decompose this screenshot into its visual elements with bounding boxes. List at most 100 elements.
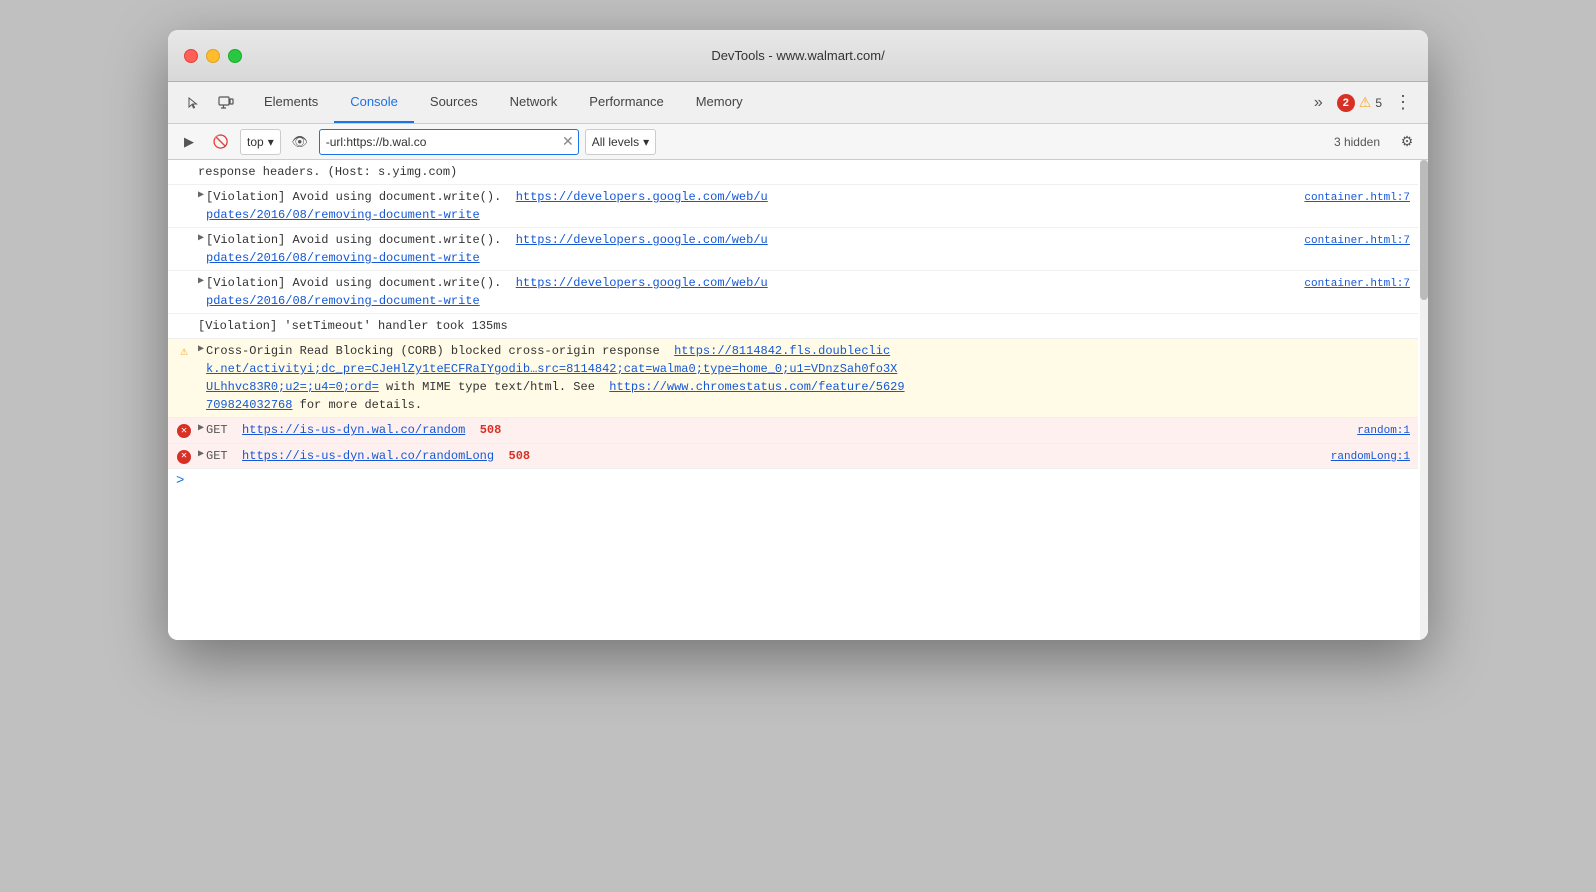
source-link[interactable]: randomLong:1 — [1331, 451, 1410, 463]
log-text: GET https://is-us-dyn.wal.co/randomLong … — [206, 447, 1323, 465]
log-source: container.html:7 — [1304, 233, 1410, 250]
log-line: ▶ [Violation] Avoid using document.write… — [168, 271, 1418, 314]
log-text: [Violation] Avoid using document.write()… — [206, 274, 1296, 310]
cursor-icon[interactable] — [180, 89, 208, 117]
expand-icon[interactable]: ▶ — [198, 447, 204, 462]
log-line: ▶ [Violation] Avoid using document.write… — [168, 228, 1418, 271]
log-text: GET https://is-us-dyn.wal.co/random 508 — [206, 421, 1349, 439]
log-line: [Violation] 'setTimeout' handler took 13… — [168, 314, 1418, 339]
close-button[interactable] — [184, 49, 198, 63]
error-code: 508 — [480, 423, 502, 437]
log-line-error: ✕ ▶ GET https://is-us-dyn.wal.co/random … — [168, 418, 1418, 444]
block-button[interactable]: 🚫 — [208, 129, 234, 155]
titlebar: DevTools - www.walmart.com/ — [168, 30, 1428, 82]
tab-network[interactable]: Network — [494, 82, 574, 123]
corb-link4[interactable]: https://www.chromestatus.com/feature/562… — [609, 380, 904, 394]
chevron-down-icon: ▾ — [643, 135, 649, 149]
kebab-menu-button[interactable]: ⋮ — [1390, 92, 1416, 113]
blank-icon — [176, 276, 192, 292]
context-select[interactable]: top ▾ — [240, 129, 281, 155]
tabs: Elements Console Sources Network Perform… — [248, 82, 1300, 123]
expand-icon[interactable]: ▶ — [198, 231, 204, 246]
log-text: response headers. (Host: s.yimg.com) — [198, 163, 1410, 181]
warning-icon: ⚠ — [1359, 94, 1372, 111]
log-text: [Violation] 'setTimeout' handler took 13… — [198, 317, 1410, 335]
source-link[interactable]: container.html:7 — [1304, 235, 1410, 247]
more-tabs-button[interactable]: » — [1308, 90, 1329, 116]
clear-filter-button[interactable]: ✕ — [562, 133, 574, 150]
log-line-warning: ⚠ ▶ Cross-Origin Read Blocking (CORB) bl… — [168, 339, 1418, 418]
console-content: response headers. (Host: s.yimg.com) ▶ [… — [168, 160, 1428, 640]
tab-memory[interactable]: Memory — [680, 82, 759, 123]
log-source: container.html:7 — [1304, 190, 1410, 207]
console-toolbar: ▶ 🚫 top ▾ 👁 ✕ All levels ▾ 3 hidden ⚙ — [168, 124, 1428, 160]
eye-icon[interactable]: 👁 — [287, 129, 313, 155]
error-code: 508 — [509, 449, 531, 463]
expand-icon[interactable]: ▶ — [198, 421, 204, 436]
blank-icon — [176, 165, 192, 181]
get-label: GET — [206, 449, 235, 463]
error-icon: ✕ — [176, 449, 192, 465]
tab-sources[interactable]: Sources — [414, 82, 494, 123]
log-text: [Violation] Avoid using document.write()… — [206, 231, 1296, 267]
scrollbar-thumb[interactable] — [1420, 160, 1428, 300]
warning-icon: ⚠ — [176, 344, 192, 360]
maximize-button[interactable] — [228, 49, 242, 63]
log-text: [Violation] Avoid using document.write()… — [206, 188, 1296, 224]
tab-performance[interactable]: Performance — [573, 82, 679, 123]
run-button[interactable]: ▶ — [176, 129, 202, 155]
log-source: container.html:7 — [1304, 276, 1410, 293]
blank-icon — [176, 319, 192, 335]
log-line: ▶ [Violation] Avoid using document.write… — [168, 185, 1418, 228]
source-link[interactable]: container.html:7 — [1304, 278, 1410, 290]
blank-icon — [176, 233, 192, 249]
violation-link[interactable]: https://developers.google.com/web/u — [516, 233, 768, 247]
source-link[interactable]: container.html:7 — [1304, 192, 1410, 204]
devtools-window: DevTools - www.walmart.com/ Elements — [168, 30, 1428, 640]
settings-button[interactable]: ⚙ — [1394, 129, 1420, 155]
expand-icon[interactable]: ▶ — [198, 342, 204, 357]
violation-link2[interactable]: pdates/2016/08/removing-document-write — [206, 208, 480, 222]
error-url[interactable]: https://is-us-dyn.wal.co/randomLong — [242, 449, 494, 463]
corb-link2[interactable]: k.net/activityi;dc_pre=CJeHlZy1teECFRaIY… — [206, 362, 897, 376]
log-text: Cross-Origin Read Blocking (CORB) blocke… — [206, 342, 1410, 414]
error-badge: 2 — [1337, 94, 1355, 112]
log-line: response headers. (Host: s.yimg.com) — [168, 160, 1418, 185]
log-source: randomLong:1 — [1331, 449, 1410, 466]
scrollbar-track — [1420, 160, 1428, 640]
log-area: response headers. (Host: s.yimg.com) ▶ [… — [168, 160, 1428, 493]
tabbar: Elements Console Sources Network Perform… — [168, 82, 1428, 124]
command-line[interactable]: > — [168, 469, 1418, 493]
expand-icon[interactable]: ▶ — [198, 188, 204, 203]
traffic-lights — [184, 49, 242, 63]
chevron-down-icon: ▾ — [268, 135, 274, 149]
warning-badge: 5 — [1375, 96, 1382, 110]
violation-link2[interactable]: pdates/2016/08/removing-document-write — [206, 294, 480, 308]
log-line-error: ✕ ▶ GET https://is-us-dyn.wal.co/randomL… — [168, 444, 1418, 470]
blank-icon — [176, 190, 192, 206]
filter-input-wrap: ✕ — [319, 129, 579, 155]
error-count: 2 ⚠ 5 — [1337, 94, 1382, 112]
error-icon: ✕ — [176, 423, 192, 439]
corb-link3[interactable]: ULhhvc83R0;u2=;u4=0;ord= — [206, 380, 379, 394]
cmd-prompt: > — [176, 473, 184, 489]
get-label: GET — [206, 423, 235, 437]
device-icon[interactable] — [212, 89, 240, 117]
tab-elements[interactable]: Elements — [248, 82, 334, 123]
violation-link2[interactable]: pdates/2016/08/removing-document-write — [206, 251, 480, 265]
error-url[interactable]: https://is-us-dyn.wal.co/random — [242, 423, 465, 437]
tab-icons — [172, 82, 248, 123]
levels-select[interactable]: All levels ▾ — [585, 129, 656, 155]
expand-icon[interactable]: ▶ — [198, 274, 204, 289]
violation-link[interactable]: https://developers.google.com/web/u — [516, 276, 768, 290]
corb-link5[interactable]: 709824032768 — [206, 398, 292, 412]
hidden-count: 3 hidden — [1326, 135, 1388, 149]
filter-input[interactable] — [319, 129, 579, 155]
tab-extras: » 2 ⚠ 5 ⋮ — [1300, 82, 1424, 123]
source-link[interactable]: random:1 — [1357, 425, 1410, 437]
tab-console[interactable]: Console — [334, 82, 414, 123]
violation-link[interactable]: https://developers.google.com/web/u — [516, 190, 768, 204]
log-source: random:1 — [1357, 423, 1410, 440]
corb-link[interactable]: https://8114842.fls.doubleclic — [674, 344, 890, 358]
minimize-button[interactable] — [206, 49, 220, 63]
